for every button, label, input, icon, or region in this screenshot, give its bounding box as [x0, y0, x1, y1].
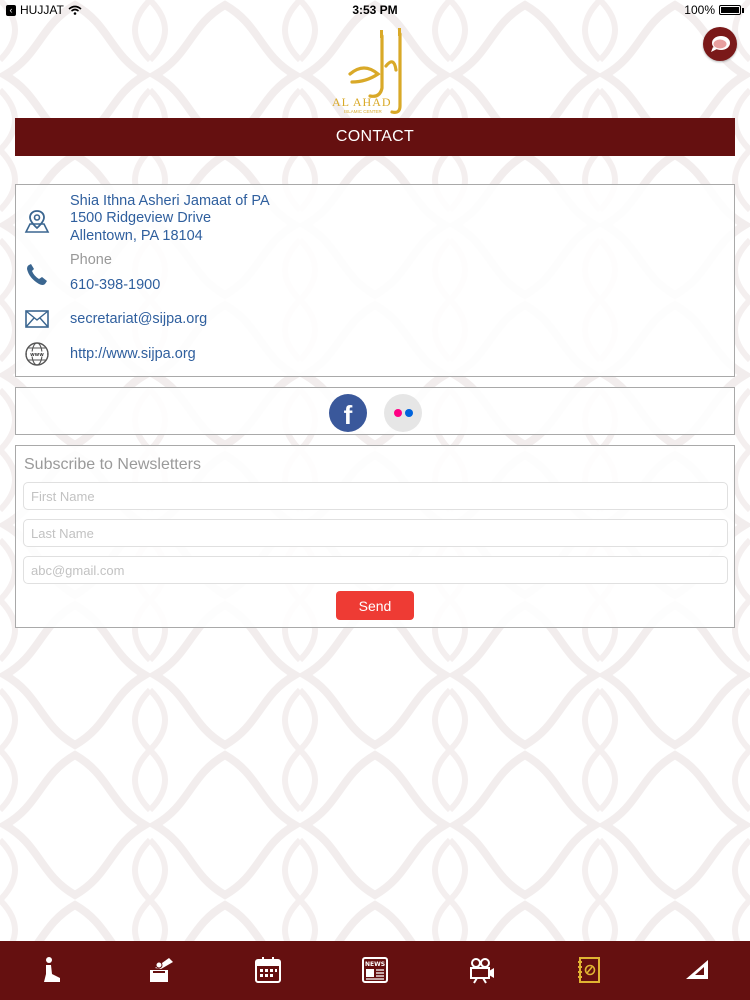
tab-calendar[interactable]	[250, 954, 286, 986]
tab-donation[interactable]	[142, 954, 178, 986]
facebook-icon[interactable]: f	[329, 394, 367, 432]
tab-video[interactable]	[464, 954, 500, 986]
status-bar: ‹ HUJJAT 3:53 PM 100%	[0, 0, 750, 20]
news-icon: NEWS	[362, 957, 388, 983]
status-right: 100%	[684, 3, 744, 17]
phone-icon	[27, 264, 47, 285]
al-ahad-logo: AL AHAD ISLAMIC CENTER	[332, 28, 402, 114]
battery-percent: 100%	[684, 3, 715, 17]
more-icon	[686, 960, 708, 979]
tab-news[interactable]: NEWS	[357, 954, 393, 986]
newsletter-card: Subscribe to Newsletters Send	[15, 445, 735, 628]
org-name: Shia Ithna Asheri Jamaat of PA	[70, 193, 270, 209]
battery-tip	[742, 7, 744, 13]
social-links-card: f	[15, 387, 735, 435]
address-line2: Allentown, PA 18104	[70, 228, 203, 244]
video-icon	[470, 958, 494, 984]
logo-text: AL AHAD	[332, 95, 392, 109]
news-glyph: NEWS	[365, 961, 385, 968]
location-pin-icon	[24, 210, 50, 233]
page-title-bar: CONTACT	[15, 118, 735, 156]
chat-bubble-icon	[711, 36, 730, 52]
email-link[interactable]: secretariat@sijpa.org	[70, 311, 207, 327]
prayer-icon	[44, 957, 60, 982]
flickr-icon[interactable]	[384, 394, 422, 432]
contact-book-icon	[578, 957, 600, 983]
facebook-glyph: f	[343, 400, 353, 430]
tab-contact[interactable]	[571, 954, 607, 986]
tab-prayer[interactable]	[34, 954, 70, 986]
email-input[interactable]	[23, 556, 728, 584]
logo-subtext: ISLAMIC CENTER	[344, 109, 383, 114]
tab-more[interactable]	[679, 954, 715, 986]
phone-number[interactable]: 610-398-1900	[70, 277, 160, 293]
mail-icon	[25, 310, 49, 328]
flickr-pink-dot	[393, 409, 402, 417]
flickr-blue-dot	[404, 409, 413, 417]
bottom-tab-bar: NEWS	[0, 941, 750, 1000]
chat-button[interactable]	[703, 27, 737, 61]
send-button[interactable]: Send	[336, 591, 414, 620]
page-title: CONTACT	[335, 128, 415, 145]
contact-info-card: Shia Ithna Asheri Jamaat of PA 1500 Ridg…	[15, 184, 735, 377]
svg-text:www: www	[30, 352, 44, 358]
website-link[interactable]: http://www.sijpa.org	[70, 346, 196, 362]
address-line1: 1500 Ridgeview Drive	[70, 210, 212, 226]
last-name-input[interactable]	[23, 519, 728, 547]
newsletter-title: Subscribe to Newsletters	[24, 456, 201, 473]
globe-www-icon: www	[25, 342, 49, 366]
first-name-input[interactable]	[23, 482, 728, 510]
status-time: 3:53 PM	[352, 3, 398, 17]
calendar-icon	[255, 957, 281, 983]
phone-label: Phone	[70, 252, 112, 268]
social-icons: f	[329, 394, 422, 432]
donation-icon	[150, 958, 173, 982]
battery-icon	[719, 5, 741, 15]
